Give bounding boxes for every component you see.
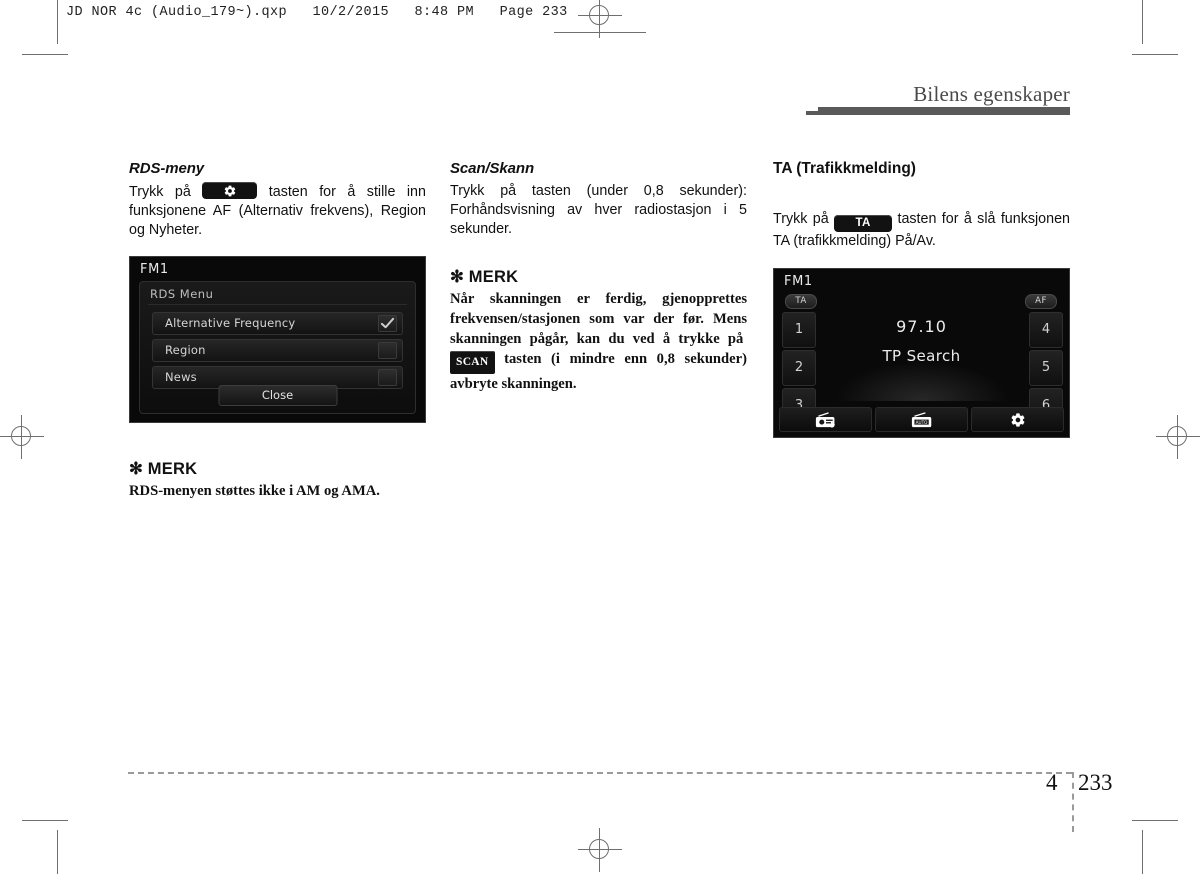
note-body-part2: tasten (i mindre enn 0,8 sekunder) avbry… (450, 351, 747, 392)
rds-menu-title: RDS Menu (150, 287, 214, 301)
rds-item-label: News (165, 370, 197, 384)
radio-auto-icon: AUTO (911, 411, 931, 427)
crop-mark-bottom-right-horizontal (1132, 820, 1178, 821)
paragraph-ta: Trykk på TA tasten for å slå funksjonen … (773, 210, 1070, 251)
footer-divider (128, 772, 1072, 774)
screen-glow-decoration (834, 361, 1009, 401)
svg-text:AUTO: AUTO (915, 419, 928, 424)
gear-key-button[interactable] (202, 182, 258, 199)
paragraph-rds-pre: Trykk på (129, 184, 191, 200)
note-heading: ✻ MERK (129, 460, 198, 478)
registration-mark-right (1156, 415, 1200, 459)
rds-menu-panel: RDS Menu Alternative Frequency Region Ne… (139, 281, 416, 414)
fm-screen-source-label: FM1 (784, 274, 813, 289)
fm-tool-save-preset[interactable] (779, 407, 872, 432)
preset-button-5[interactable]: 5 (1029, 350, 1063, 386)
crop-mark-bottom-left-horizontal (22, 820, 68, 821)
crop-mark-top-right-horizontal (1132, 54, 1178, 55)
rds-item-region[interactable]: Region (152, 339, 403, 362)
radio-save-icon (815, 411, 835, 428)
footer-page-number: 233 (1078, 770, 1113, 795)
note-block-scan: ✻ MERK Når skanningen er ferdig, gjenopp… (450, 267, 747, 394)
crop-mark-top-right-vertical (1142, 0, 1143, 44)
fm-frequency: 97.10 (896, 317, 947, 336)
note-body: Når skanningen er ferdig, gjenopprettes … (450, 289, 747, 394)
print-file-header: JD NOR 4c (Audio_179~).qxp 10/2/2015 8:4… (66, 5, 568, 20)
rds-item-alternative-frequency[interactable]: Alternative Frequency (152, 312, 403, 335)
header-rule (818, 107, 1070, 115)
page-title: Bilens egenskaper (913, 82, 1070, 106)
crop-mark-bottom-left-vertical (57, 830, 58, 874)
note-block-rds: ✻ MERK RDS-menyen støttes ikke i AM og A… (129, 459, 426, 501)
preset-button-1[interactable]: 1 (782, 312, 816, 348)
status-badge-ta[interactable]: TA (785, 294, 817, 309)
fm-tool-settings[interactable] (971, 407, 1064, 432)
crop-mark-bottom-right-vertical (1142, 830, 1143, 874)
note-body: RDS-menyen støttes ikke i AM og AMA. (129, 483, 380, 499)
note-body-part1: Når skanningen er ferdig, gjenopprettes … (450, 291, 747, 347)
rds-item-checkbox-unchecked[interactable] (378, 369, 397, 386)
column-scan: Scan/Skann Trykk på tasten (under 0,8 se… (450, 160, 747, 394)
paragraph-scan: Trykk på tasten (under 0,8 sekunder): Fo… (450, 183, 747, 237)
print-header-underline (554, 32, 646, 33)
rds-close-button[interactable]: Close (218, 385, 337, 406)
gear-icon (1010, 412, 1024, 427)
rds-item-label: Alternative Frequency (165, 316, 296, 330)
registration-mark-bottom (578, 828, 622, 872)
crop-mark-top-left-vertical (57, 0, 58, 44)
paragraph-rds-meny: Trykk på tasten for å stille inn funksjo… (129, 182, 426, 240)
footer-divider-vertical (1072, 772, 1074, 832)
fm-radio-screen: FM1 TA AF 1 2 3 4 5 6 97.10 TP Search AU… (773, 268, 1070, 438)
section-title-ta: TA (Trafikkmelding) (773, 160, 916, 177)
fm-status-text: TP Search (882, 347, 961, 365)
preset-button-2[interactable]: 2 (782, 350, 816, 386)
check-icon (380, 317, 395, 329)
section-title-scan: Scan/Skann (450, 160, 535, 177)
gear-icon (223, 184, 236, 197)
section-title-rds-meny: RDS-meny (129, 160, 205, 177)
crop-mark-top-left-horizontal (22, 54, 68, 55)
preset-button-4[interactable]: 4 (1029, 312, 1063, 348)
rds-menu-screen: FM1 RDS Menu Alternative Frequency Regio… (129, 256, 426, 423)
note-heading: ✻ MERK (450, 268, 519, 286)
fm-now-playing: 97.10 TP Search (829, 317, 1014, 365)
fm-toolbar: AUTO (779, 407, 1064, 432)
scan-key-button[interactable]: SCAN (450, 351, 495, 374)
column-ta: TA (Trafikkmelding) Trykk på TA tasten f… (773, 160, 1070, 438)
paragraph-ta-pre: Trykk på (773, 211, 829, 227)
rds-item-checkbox-checked[interactable] (378, 315, 397, 332)
rds-menu-title-divider (148, 304, 407, 305)
rds-item-label: Region (165, 343, 206, 357)
ta-key-button[interactable]: TA (834, 215, 893, 232)
status-badge-af[interactable]: AF (1025, 294, 1057, 309)
fm-tool-auto-store[interactable]: AUTO (875, 407, 968, 432)
footer-chapter-number: 4 (1046, 770, 1058, 795)
registration-mark-left (0, 415, 44, 459)
column-rds-menu: RDS-meny Trykk på tasten for å stille in… (129, 160, 426, 501)
rds-screen-source-label: FM1 (140, 262, 169, 277)
rds-item-checkbox-unchecked[interactable] (378, 342, 397, 359)
